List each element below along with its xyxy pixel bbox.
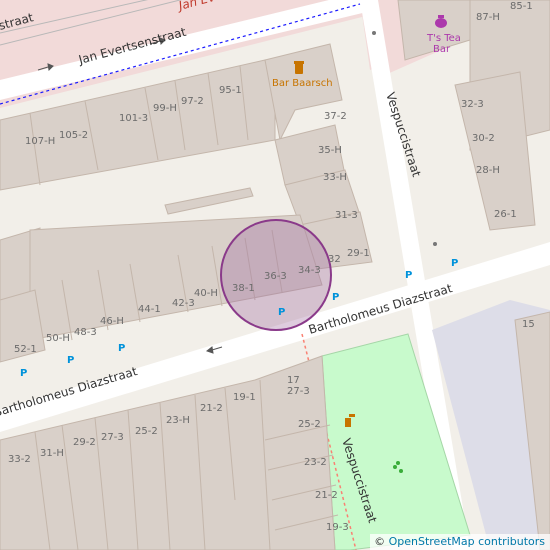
house-number: 44-1 (138, 304, 161, 315)
house-number: 15 (522, 319, 535, 330)
house-number: 29-1 (347, 248, 370, 259)
poi-label-ts-tea-bar-2: Bar (433, 44, 451, 55)
house-number: 31-H (40, 448, 64, 459)
house-number: 35-H (318, 145, 342, 156)
house-number: 105-2 (59, 130, 88, 141)
house-number: 25-2 (298, 419, 321, 430)
house-number: 33-H (323, 172, 347, 183)
house-number: 32-3 (461, 99, 484, 110)
house-number: 85-1 (510, 1, 533, 12)
house-number: 40-H (194, 288, 218, 299)
parking-icon: P (332, 292, 339, 303)
house-number: 26-1 (494, 209, 517, 220)
house-number: 32 (328, 254, 341, 265)
house-number: 34-3 (298, 265, 321, 276)
poi-label-ts-tea-bar: T's Tea (426, 33, 461, 44)
house-number: 42-3 (172, 298, 195, 309)
house-number: 21-2 (315, 490, 338, 501)
house-number: 46-H (100, 316, 124, 327)
house-number: 19-3 (326, 522, 349, 533)
stop-dot (433, 242, 437, 246)
copyright-symbol: © (374, 535, 386, 548)
house-number: 17 (287, 375, 300, 386)
house-number: 50-H (46, 333, 70, 344)
house-number: 23-2 (304, 457, 327, 468)
house-number: 99-H (153, 103, 177, 114)
house-number: 25-2 (135, 426, 158, 437)
house-number: 97-2 (181, 96, 204, 107)
attribution: © OpenStreetMap contributors (370, 534, 550, 550)
house-number: 37-2 (324, 111, 347, 122)
house-number: 87-H (476, 12, 500, 23)
parking-icon: P (405, 270, 412, 281)
map-view[interactable]: P P P P P P P Jan Evertsenstraat Jan Eve… (0, 0, 550, 550)
house-number: 29-2 (73, 437, 96, 448)
house-number: 30-2 (472, 133, 495, 144)
house-number: 101-3 (119, 113, 148, 124)
house-number: 36-3 (264, 271, 287, 282)
house-number: 38-1 (232, 283, 255, 294)
parking-icon: P (20, 368, 27, 379)
beer-icon (294, 61, 304, 74)
parking-icon: P (278, 307, 285, 318)
map-canvas[interactable]: P P P P P P P Jan Evertsenstraat Jan Eve… (0, 0, 550, 550)
house-number: 28-H (476, 165, 500, 176)
house-number: 27-3 (287, 386, 310, 397)
house-number: 23-H (166, 415, 190, 426)
house-number: 19-1 (233, 392, 256, 403)
house-number: 52-1 (14, 344, 37, 355)
stop-dot (372, 31, 376, 35)
house-number: 31-3 (335, 210, 358, 221)
house-number: 48-3 (74, 327, 97, 338)
parking-icon: P (118, 343, 125, 354)
poi-label-bar-baarsch: Bar Baarsch (272, 78, 333, 89)
parking-icon: P (67, 355, 74, 366)
attribution-link[interactable]: OpenStreetMap contributors (389, 535, 545, 548)
parking-icon: P (451, 258, 458, 269)
house-number: 27-3 (101, 432, 124, 443)
house-number: 95-1 (219, 85, 242, 96)
house-number: 21-2 (200, 403, 223, 414)
house-number: 107-H (25, 136, 55, 147)
house-number: 33-2 (8, 454, 31, 465)
